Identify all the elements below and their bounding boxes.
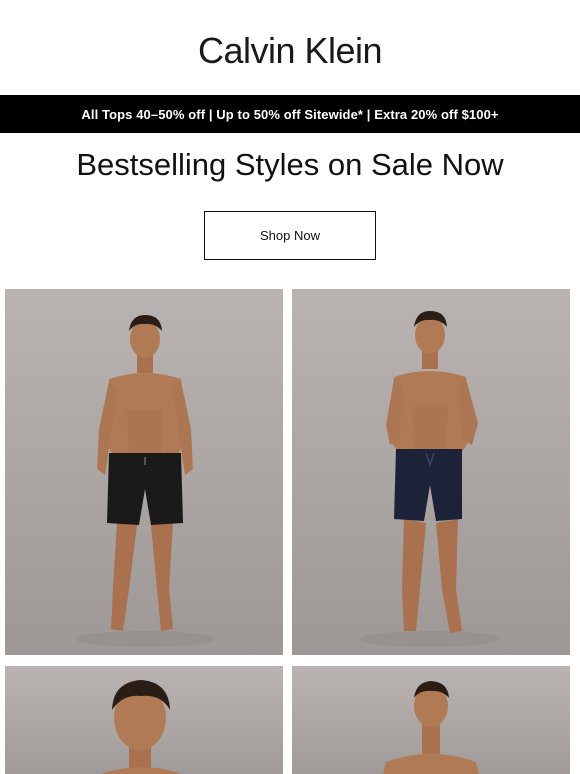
- product-image-portrait-2[interactable]: [292, 666, 570, 774]
- model-portrait: [383, 681, 479, 774]
- promo-banner[interactable]: All Tops 40–50% off | Up to 50% off Site…: [0, 95, 580, 133]
- product-image-black-shorts[interactable]: [5, 289, 283, 655]
- model-figure: [75, 315, 215, 647]
- product-image-portrait-1[interactable]: [5, 666, 283, 774]
- model-figure: [360, 311, 500, 647]
- email-page: Calvin Klein All Tops 40–50% off | Up to…: [0, 0, 580, 774]
- promo-text: All Tops 40–50% off | Up to 50% off Site…: [81, 106, 499, 122]
- model-portrait: [100, 680, 182, 774]
- header: Calvin Klein: [0, 0, 580, 95]
- brand-logo[interactable]: Calvin Klein: [198, 30, 383, 72]
- product-image-navy-shorts[interactable]: [292, 289, 570, 655]
- hero-headline: Bestselling Styles on Sale Now: [76, 147, 504, 182]
- shop-now-button[interactable]: Shop Now: [204, 211, 376, 260]
